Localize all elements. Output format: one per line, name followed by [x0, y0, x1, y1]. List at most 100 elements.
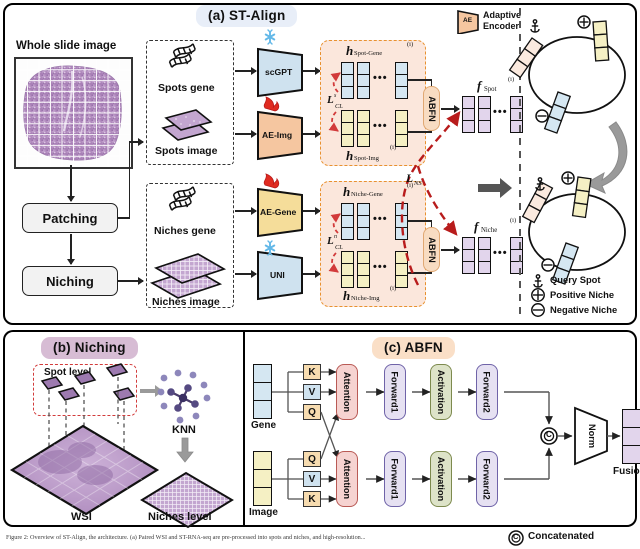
f-spot-ellipsis: ••• — [493, 106, 508, 118]
image-q-label: Q — [308, 453, 316, 465]
gene-k-label: K — [308, 366, 316, 378]
abfn-spot-block[interactable]: ABFN — [423, 86, 440, 131]
fusion-vector — [622, 409, 640, 464]
gene-activation-label: Activation — [436, 369, 447, 415]
panel-b-frame — [3, 330, 243, 527]
gene-forward1-block[interactable]: Forward1 — [384, 364, 406, 420]
h-spot-gene-symbol: h — [346, 43, 354, 58]
norm-block[interactable]: Norm — [580, 424, 604, 448]
h-spot-gene-vec-2 — [357, 62, 370, 99]
f-spot-vec-2 — [478, 96, 491, 133]
abfn-niche-block[interactable]: ABFN — [423, 227, 440, 272]
abfn-spot-out-arrow — [441, 108, 459, 110]
niches-image-to-uni-arrow — [235, 273, 256, 275]
gene-v-box: V — [303, 384, 321, 400]
f-niche-sup: (i) — [510, 217, 517, 224]
f-spot-sub: Spot — [484, 86, 497, 93]
gene-q-box: Q — [303, 404, 321, 420]
image-input-label: Image — [249, 507, 278, 518]
image-q-box: Q — [303, 451, 321, 467]
h-spot-gene-vec-n — [395, 62, 408, 99]
image-forward1-block[interactable]: Forward1 — [384, 451, 406, 507]
panel-divider — [243, 330, 245, 527]
h-spot-gene-ellipsis: ••• — [373, 72, 388, 84]
scgpt-out-arrow — [303, 70, 320, 72]
f-spot-vec-n — [510, 96, 523, 133]
h-niche-gene-vec-n — [395, 203, 408, 240]
h-niche-img-vec-n — [395, 251, 408, 288]
niche-gene-to-abfn-line — [408, 220, 432, 222]
h-spot-gene-vec-1 — [341, 62, 354, 99]
gene-forward2-label: Forward2 — [482, 371, 493, 413]
spot-level-label: Spot level — [44, 367, 92, 378]
figure-caption: Figure 2: Overview of ST-Align, the arch… — [6, 534, 366, 541]
f-spot-sup: (i) — [508, 76, 515, 83]
adaptive-encoder-badge: AE — [463, 17, 473, 24]
niching-label: Niching — [46, 273, 94, 289]
panel-a-title: (a) ST-Align — [196, 5, 298, 27]
panel-c-title: (c) ABFN — [372, 337, 455, 359]
niches-gene-to-aegene-arrow — [235, 210, 256, 212]
fusion-label: Fusion — [613, 466, 640, 477]
spots-gene-to-scgpt-arrow — [235, 70, 256, 72]
gene-forward2-block[interactable]: Forward2 — [476, 364, 498, 420]
niches-image-label: Niches image — [152, 296, 220, 308]
image-forward1-label: Forward1 — [390, 458, 401, 500]
gene-forward1-label: Forward1 — [390, 371, 401, 413]
loss-spot-cl-sub: CL — [335, 103, 343, 110]
patching-to-niching-arrow — [70, 234, 72, 264]
gene-attention-block[interactable]: Attention — [336, 364, 358, 420]
wsi-label: WSI — [71, 511, 92, 523]
adaptive-encoder-line1: Adaptive — [483, 10, 522, 20]
encoder-scgpt-label: scGPT — [265, 67, 293, 77]
gene-input-vector — [253, 364, 272, 419]
niche-img-to-abfn-line — [408, 272, 432, 274]
h-spot-img-sub: Spot-Img — [354, 155, 379, 162]
h-niche-gene-symbol: h — [343, 184, 351, 199]
spot-gene-to-abfn-line — [408, 79, 432, 81]
image-v-label: V — [308, 473, 316, 485]
niching-to-niches-arrow — [118, 280, 143, 282]
image-forward2-label: Forward2 — [482, 458, 493, 500]
loss-niche-cl-symbol: L — [327, 235, 334, 247]
f-spot-symbol: f — [477, 78, 482, 93]
h-spot-gene-sub: Spot-Gene — [354, 50, 383, 57]
image-forward2-block[interactable]: Forward2 — [476, 451, 498, 507]
gene-input-label: Gene — [251, 420, 277, 431]
h-niche-img-ellipsis: ••• — [373, 261, 388, 273]
knn-label: KNN — [172, 424, 196, 436]
image-activation-label: Activation — [436, 456, 447, 502]
legend-negative-niche-label: Negative Niche — [550, 304, 618, 315]
f-niche-ellipsis: ••• — [493, 247, 508, 259]
abfn-spot-label: ABFN — [426, 95, 437, 122]
f-niche-sub: Niche — [481, 227, 498, 234]
spots-gene-label: Spots gene — [158, 82, 215, 94]
h-niche-img-sub: Niche-Img — [351, 295, 380, 302]
encoder-ae-img-label: AE-Img — [262, 130, 293, 140]
niches-level-label: Niches level — [148, 511, 212, 523]
norm-label: Norm — [587, 424, 597, 448]
abfn-niche-label: ABFN — [426, 236, 437, 263]
loss-niche-cl-sup: n — [334, 234, 337, 240]
uni-out-arrow — [303, 273, 320, 275]
f-niche-vec-n — [510, 237, 523, 274]
wsi-connector — [70, 165, 72, 184]
h-niche-img-vec-2 — [357, 251, 370, 288]
gene-activation-block[interactable]: Activation — [430, 364, 452, 420]
wsi-title: Whole slide image — [16, 40, 117, 52]
f-niche-symbol: f — [474, 219, 479, 234]
image-attention-block[interactable]: Attention — [336, 451, 358, 507]
patching-box[interactable]: Patching — [22, 203, 118, 233]
image-activation-block[interactable]: Activation — [430, 451, 452, 507]
image-k-box: K — [303, 491, 321, 507]
encoder-uni-label: UNI — [270, 270, 285, 280]
panel-b-title: (b) Niching — [41, 337, 138, 359]
loss-ns-sub: NS — [414, 180, 422, 187]
legend-positive-niche-label: Positive Niche — [550, 289, 615, 300]
gene-attention-label: Attention — [342, 371, 352, 413]
adaptive-encoder-legend: AE Adaptive Encoder — [456, 8, 566, 34]
loss-spot-cl-symbol: L — [327, 94, 334, 106]
niching-box[interactable]: Niching — [22, 266, 118, 296]
niches-gene-label: Niches gene — [154, 225, 216, 237]
h-niche-img-vec-1 — [341, 251, 354, 288]
